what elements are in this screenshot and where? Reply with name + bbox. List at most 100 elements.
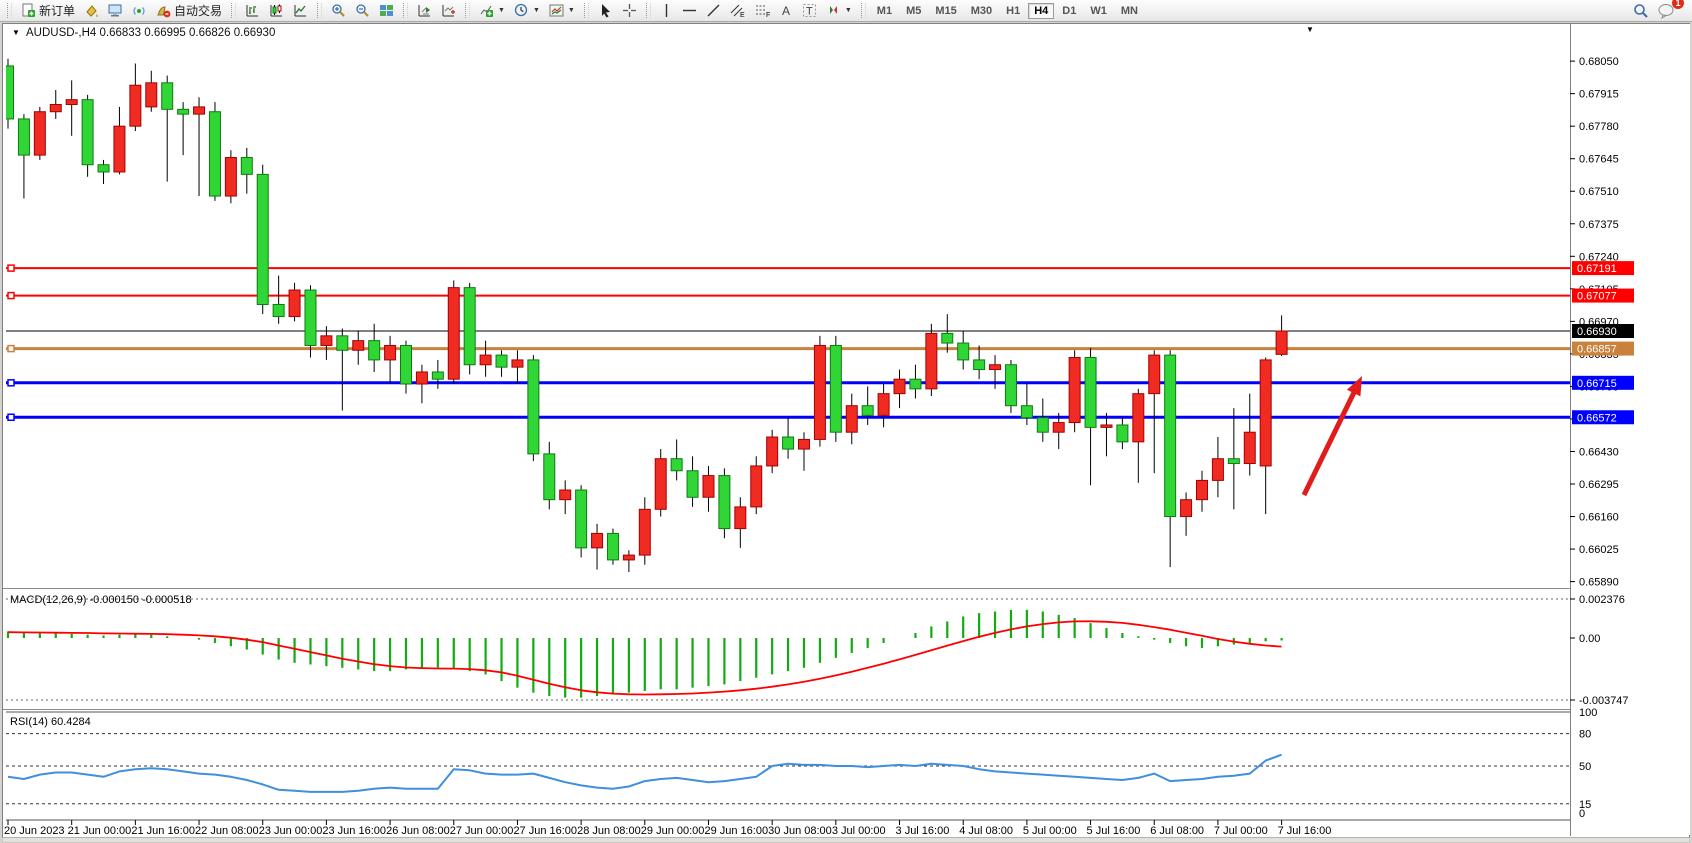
price-axis-tick-label: 0.66025 (1579, 544, 1619, 556)
tab-timeframe-h4[interactable]: H4 (1028, 3, 1054, 19)
tab-timeframe-d1[interactable]: D1 (1056, 3, 1082, 19)
tile-windows-button[interactable] (375, 0, 398, 21)
market-watch-button[interactable] (104, 0, 127, 21)
macd-histogram-bar (150, 635, 152, 638)
line-anchor-handle[interactable] (8, 380, 14, 386)
toolbar-grip[interactable] (861, 3, 866, 18)
candlestick (560, 490, 571, 500)
macd-histogram-bar (580, 638, 582, 698)
candlestick (241, 158, 252, 175)
macd-histogram-bar (994, 612, 996, 638)
macd-axis-tick-label: -0.003747 (1579, 695, 1629, 707)
candlestick (1021, 406, 1032, 418)
line-chart-mode-button[interactable] (289, 0, 312, 21)
signals-button[interactable] (128, 0, 151, 21)
horizontal-line-tool-button[interactable] (678, 0, 701, 21)
tab-timeframe-m5[interactable]: M5 (900, 3, 927, 19)
tab-timeframe-m1[interactable]: M1 (871, 3, 898, 19)
templates-button[interactable]: ▼ (545, 0, 579, 21)
search-button[interactable] (1629, 0, 1653, 21)
tab-timeframe-mn[interactable]: MN (1115, 3, 1144, 19)
arrows-tool-button[interactable]: ▼ (822, 0, 856, 21)
macd-histogram-bar (914, 633, 916, 638)
macd-histogram-bar (500, 638, 502, 681)
crosshair-tool-button[interactable] (618, 0, 641, 21)
price-axis-tick-label: 0.67510 (1579, 186, 1619, 198)
candlestick (114, 126, 125, 172)
line-anchor-handle[interactable] (8, 293, 14, 299)
tab-timeframe-w1[interactable]: W1 (1084, 3, 1113, 19)
svg-text:E: E (740, 12, 745, 18)
line-anchor-handle[interactable] (8, 414, 14, 420)
time-axis-label: 29 Jun 00:00 (641, 825, 705, 837)
candlestick (576, 490, 587, 548)
candlestick (146, 83, 157, 107)
vertical-line-tool-button[interactable] (656, 0, 677, 21)
toolbar-grip[interactable] (646, 3, 651, 18)
candlestick (735, 507, 746, 529)
toolbar-grip[interactable] (465, 3, 470, 18)
chart-styler-button[interactable] (80, 0, 103, 21)
autotrading-button[interactable]: 自动交易 (152, 0, 226, 21)
equidistant-channel-tool-button[interactable]: E (726, 0, 750, 21)
line-anchor-handle[interactable] (8, 346, 14, 352)
chart-ohlc-title: AUDUSD-,H4 0.66833 0.66995 0.66826 0.669… (26, 27, 275, 39)
toolbar-grip[interactable] (584, 3, 589, 18)
macd-histogram-bar (214, 638, 216, 643)
candlestick (1101, 425, 1112, 427)
cursor-tool-button[interactable] (594, 0, 617, 21)
candlestick (974, 360, 985, 370)
monitor-icon (108, 3, 123, 18)
candlestick (82, 100, 93, 165)
periods-button[interactable]: ▼ (510, 0, 544, 21)
toolbar-grip[interactable] (317, 3, 322, 18)
candlestick (719, 476, 730, 529)
new-order-icon (21, 3, 36, 18)
candlestick (257, 174, 268, 304)
rsi-axis-tick-label: 0 (1579, 808, 1585, 820)
bar-chart-mode-button[interactable] (241, 0, 264, 21)
tab-timeframe-m30[interactable]: M30 (965, 3, 998, 19)
macd-histogram-bar (1026, 610, 1028, 638)
candlestick (830, 345, 841, 432)
new-order-button[interactable]: 新订单 (17, 0, 79, 21)
candlestick (385, 345, 396, 359)
auto-scroll-button[interactable] (413, 0, 436, 21)
notification-badge: 1 (1672, 0, 1684, 9)
text-tool-button[interactable]: A (776, 0, 797, 21)
time-axis-label: 3 Jul 00:00 (832, 825, 886, 837)
candlestick (225, 158, 236, 197)
candlestick (130, 85, 141, 126)
tab-timeframe-m15[interactable]: M15 (929, 3, 962, 19)
chart-shift-button[interactable] (437, 0, 460, 21)
toolbar-grip[interactable] (7, 3, 12, 18)
toolbar: 新订单 自动交易 ▼ ▼ ▼ (0, 0, 1692, 22)
toolbar-grip[interactable] (231, 3, 236, 18)
price-line-axis-label-text: 0.67191 (1577, 263, 1617, 275)
line-anchor-handle[interactable] (8, 265, 14, 271)
macd-histogram-bar (1185, 638, 1187, 646)
candlestick (687, 471, 698, 498)
macd-histogram-bar (978, 613, 980, 638)
zoom-out-button[interactable] (351, 0, 374, 21)
candlestick (544, 454, 555, 500)
candlestick (416, 372, 427, 384)
time-axis-label: 28 Jun 08:00 (577, 825, 641, 837)
macd-histogram-bar (453, 638, 455, 669)
candlestick (1133, 394, 1144, 442)
candlestick (1197, 480, 1208, 499)
notifications-button[interactable]: 1 (1654, 0, 1679, 21)
fibonacci-tool-button[interactable]: F (751, 0, 775, 21)
macd-histogram-bar (946, 621, 948, 638)
zoom-in-button[interactable] (327, 0, 350, 21)
text-label-tool-button[interactable]: T (798, 0, 821, 21)
candlestick-mode-button[interactable] (265, 0, 288, 21)
trendline-tool-button[interactable] (702, 0, 725, 21)
indicators-button[interactable]: ▼ (475, 0, 509, 21)
time-axis-label: 27 Jun 00:00 (450, 825, 514, 837)
candlestick (401, 345, 412, 384)
tab-timeframe-h1[interactable]: H1 (1000, 3, 1026, 19)
time-axis-label: 7 Jul 16:00 (1278, 825, 1332, 837)
toolbar-grip[interactable] (403, 3, 408, 18)
candlestick (464, 288, 475, 365)
